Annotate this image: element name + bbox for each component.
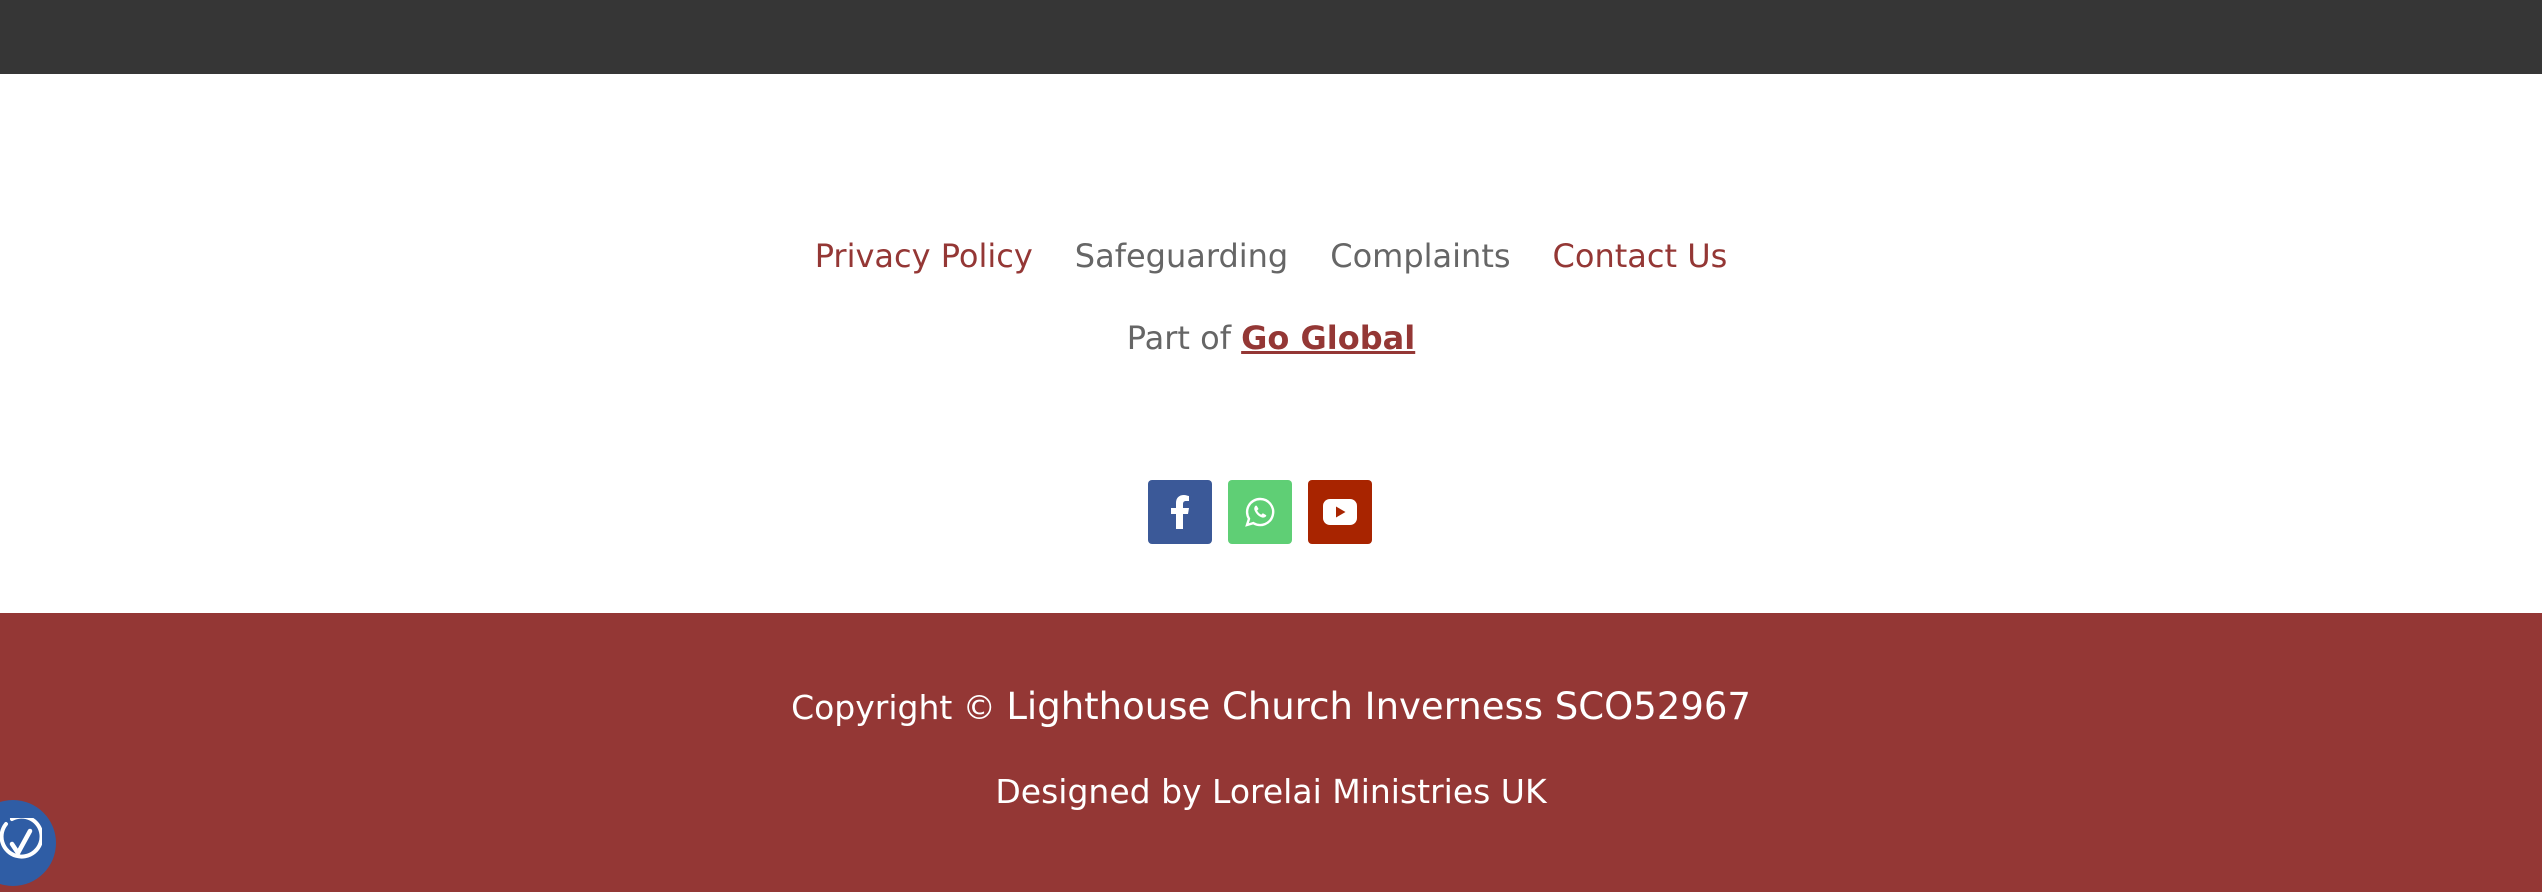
accessibility-check-icon: [0, 818, 42, 859]
youtube-icon: [1323, 499, 1357, 525]
copyright-text: Copyright © Lighthouse Church Inverness …: [0, 682, 2542, 733]
contact-us-link[interactable]: Contact Us: [1553, 234, 1728, 278]
part-of-prefix: Part of: [1126, 319, 1231, 357]
safeguarding-link[interactable]: Safeguarding: [1075, 234, 1288, 278]
go-global-link[interactable]: Go Global: [1241, 319, 1415, 357]
copyright-prefix: Copyright ©: [791, 688, 996, 727]
copyright-bar: [0, 613, 2542, 892]
facebook-icon: [1171, 495, 1189, 529]
footer-nav: Privacy Policy Safeguarding Complaints C…: [0, 234, 2542, 278]
organization-name: Lighthouse Church Inverness SCO52967: [1006, 685, 1751, 728]
top-bar: [0, 0, 2542, 74]
privacy-policy-link[interactable]: Privacy Policy: [815, 234, 1033, 278]
designed-by-text: Designed by Lorelai Ministries UK: [995, 772, 1547, 811]
social-icons: [1148, 480, 1372, 544]
youtube-button[interactable]: [1308, 480, 1372, 544]
whatsapp-icon: [1245, 497, 1275, 527]
whatsapp-button[interactable]: [1228, 480, 1292, 544]
facebook-button[interactable]: [1148, 480, 1212, 544]
complaints-link[interactable]: Complaints: [1330, 234, 1510, 278]
part-of-text: Part of Go Global: [0, 316, 2542, 360]
